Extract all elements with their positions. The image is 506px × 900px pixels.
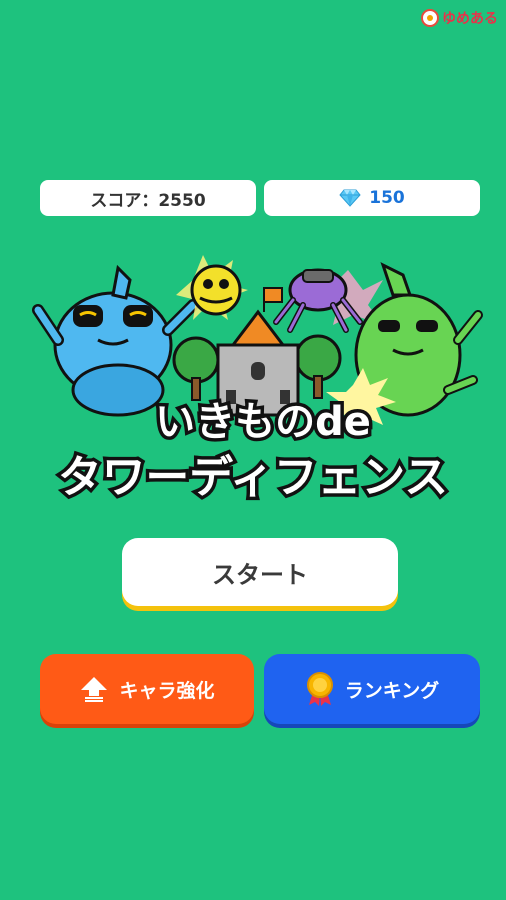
title-line-1: いきものde — [155, 399, 371, 445]
medal-icon — [306, 672, 333, 706]
gems-panel: 150 — [264, 180, 480, 216]
upgrade-button-label: キャラ強化 — [119, 679, 215, 702]
score-panel: スコア：2550 — [40, 180, 256, 216]
brand-logo: ゆめある — [421, 8, 498, 28]
start-button-label: スタート — [212, 560, 308, 589]
title-line-2: タワーディフェンス — [58, 452, 448, 503]
diamond-icon — [339, 189, 361, 207]
start-button[interactable]: スタート — [122, 538, 398, 606]
title-illustration: いきものde タワーディフェンス — [32, 255, 483, 507]
gems-value: 150 — [369, 188, 405, 208]
brand-icon — [421, 9, 439, 27]
brand-name: ゆめある — [442, 11, 498, 27]
ranking-button[interactable]: ランキング — [264, 654, 480, 724]
upgrade-arrow-icon — [81, 677, 108, 702]
score-label: スコア：2550 — [90, 190, 206, 211]
blue-beetle-character — [32, 264, 199, 417]
character-upgrade-button[interactable]: キャラ強化 — [40, 654, 254, 724]
ranking-button-label: ランキング — [344, 679, 440, 702]
